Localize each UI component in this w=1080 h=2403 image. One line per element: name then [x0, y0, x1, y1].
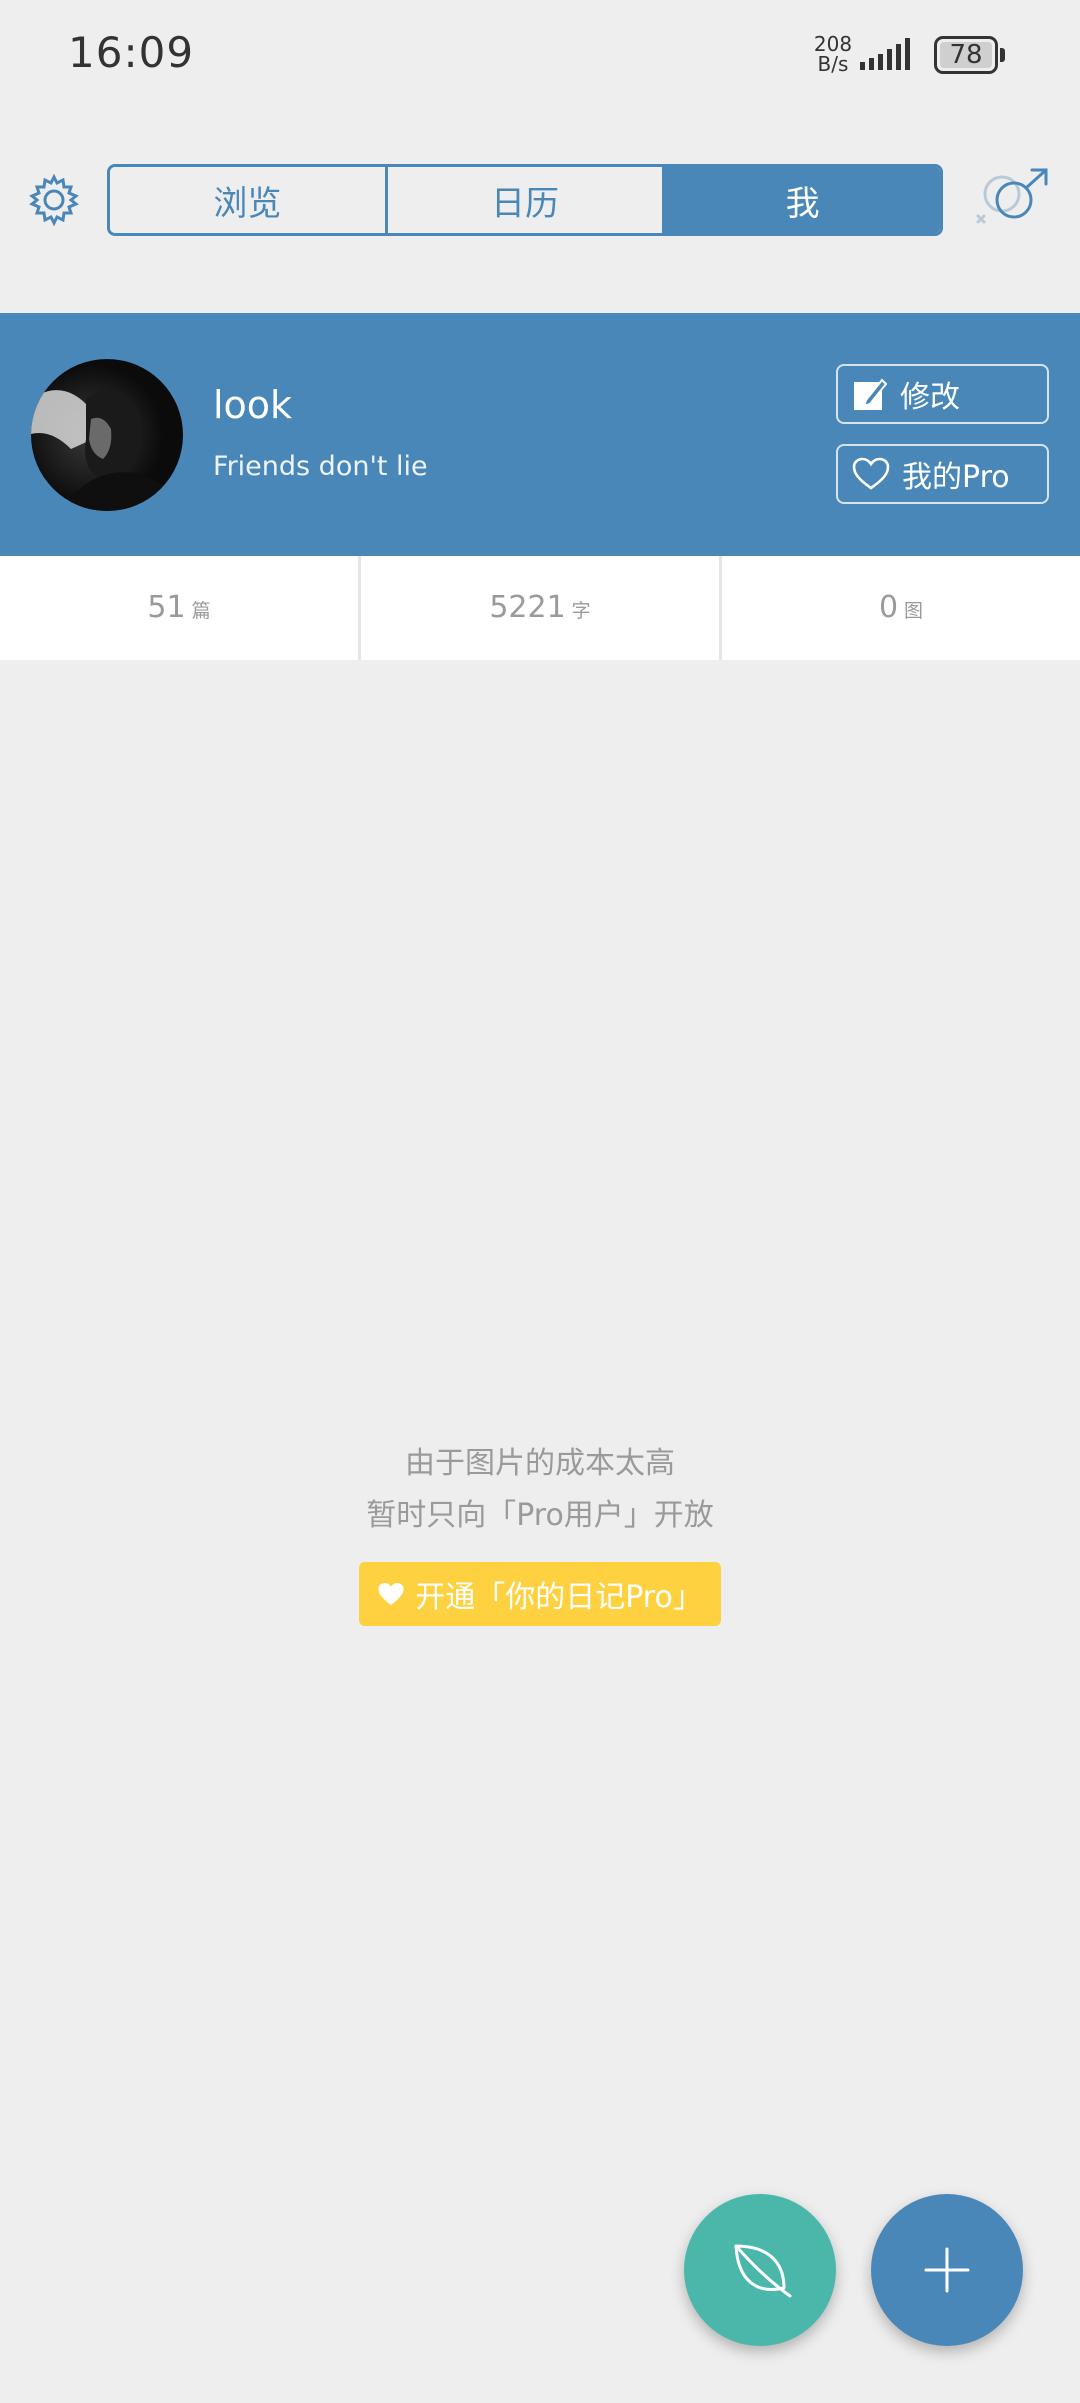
battery-icon: 78	[934, 36, 1005, 74]
tab-browse[interactable]: 浏览	[110, 167, 385, 233]
gender-icon[interactable]	[970, 168, 1054, 232]
stat-words-unit: 字	[571, 600, 591, 622]
network-speed: 208 B/s	[808, 34, 858, 74]
stat-words-value: 5221	[489, 590, 566, 625]
tab-me[interactable]: 我	[662, 167, 940, 233]
stats-bar: 51 篇 5221 字 0 图	[0, 556, 1080, 660]
status-bar: 16:09 208 B/s 78	[0, 0, 1080, 110]
status-time: 16:09	[68, 28, 195, 77]
edit-icon	[854, 378, 888, 410]
avatar[interactable]	[31, 359, 183, 511]
network-speed-value: 208	[813, 32, 853, 56]
main-tabs: 浏览 日历 我	[107, 164, 943, 236]
stat-images[interactable]: 0 图	[719, 556, 1080, 660]
stat-words[interactable]: 5221 字	[358, 556, 719, 660]
stat-entries-value: 51	[147, 590, 186, 625]
settings-icon[interactable]	[26, 172, 82, 228]
tab-calendar[interactable]: 日历	[384, 167, 663, 233]
battery-level: 78	[940, 40, 992, 70]
leaf-button[interactable]	[684, 2194, 836, 2346]
profile-name: look	[213, 383, 293, 427]
edit-profile-label: 修改	[900, 380, 960, 415]
stat-entries[interactable]: 51 篇	[0, 556, 358, 660]
leaf-icon	[734, 2244, 792, 2298]
empty-state-line-1: 由于图片的成本太高	[405, 1446, 675, 1481]
avatar-image	[31, 390, 183, 511]
empty-state-line-2: 暂时只向「Pro用户」开放	[366, 1498, 714, 1533]
profile-bio: Friends don't lie	[213, 451, 428, 482]
stat-images-value: 0	[878, 590, 899, 625]
edit-profile-button[interactable]: 修改	[836, 364, 1049, 424]
activate-pro-label: 开通「你的日记Pro」	[415, 1580, 703, 1615]
heart-icon	[378, 1582, 404, 1606]
profile-banner: look Friends don't lie 修改 我的Pro	[0, 313, 1080, 556]
plus-icon	[924, 2247, 970, 2293]
add-entry-button[interactable]	[871, 2194, 1023, 2346]
heart-outline-icon	[852, 457, 890, 490]
signal-icon	[860, 38, 910, 70]
stat-entries-unit: 篇	[191, 600, 211, 622]
network-speed-unit: B/s	[817, 52, 849, 76]
my-pro-label: 我的Pro	[902, 460, 1010, 495]
activate-pro-button[interactable]: 开通「你的日记Pro」	[359, 1562, 721, 1626]
stat-images-unit: 图	[904, 600, 924, 622]
my-pro-button[interactable]: 我的Pro	[836, 444, 1049, 504]
